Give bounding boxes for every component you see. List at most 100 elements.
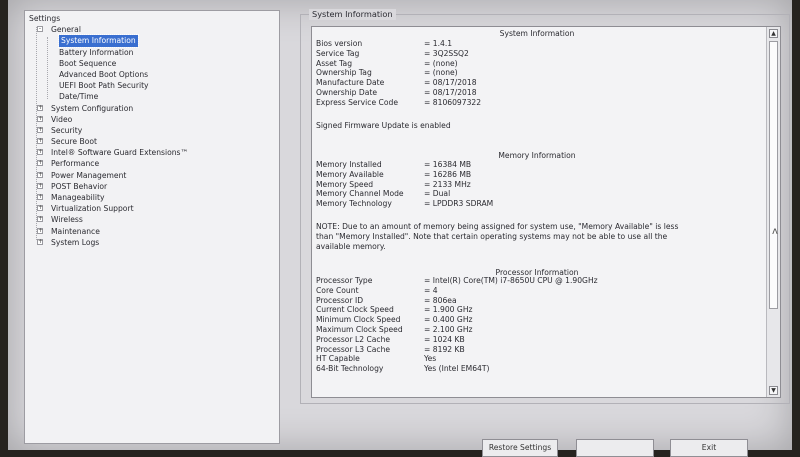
tree-item-system-information[interactable]: System Information <box>29 34 279 48</box>
memory-info-label: Memory Channel Mode <box>316 189 404 199</box>
processor-info-label: HT Capable <box>316 354 360 364</box>
expand-icon[interactable]: + <box>37 104 43 111</box>
memory-info-label: Memory Available <box>316 169 384 179</box>
info-scrollbar[interactable]: ▲ ▼ <box>766 27 780 397</box>
tree-item-label: System Configuration <box>51 103 134 113</box>
tree-item-date-time[interactable]: Date/Time <box>29 91 279 102</box>
expand-icon[interactable]: + <box>37 160 43 167</box>
tree-item-label: General <box>51 25 81 35</box>
system-info-label: Ownership Date <box>316 88 378 97</box>
tree-item-performance[interactable]: + Performance <box>29 158 279 169</box>
tree-item-wireless[interactable]: + Wireless <box>29 214 279 225</box>
tree-item-label: Wireless <box>51 215 83 225</box>
tree-item-security[interactable]: + Security <box>29 125 279 136</box>
processor-info-value: = 1.900 GHz <box>424 305 473 315</box>
processor-info-value: Yes <box>424 354 437 364</box>
expand-icon[interactable]: + <box>37 115 43 122</box>
processor-info-label: Core Count <box>316 285 359 295</box>
tree-item-label: Security <box>51 125 83 135</box>
tree-item-label: Manageability <box>51 193 105 202</box>
tree-item-label: Performance <box>51 159 100 169</box>
memory-info-value: = Dual <box>424 189 451 199</box>
expand-icon[interactable]: + <box>37 149 43 156</box>
tree-item-manageability[interactable]: + Manageability <box>29 192 279 203</box>
expand-icon[interactable]: + <box>37 216 43 223</box>
tree-item-label: Maintenance <box>51 226 100 236</box>
system-info-value: = 8106097322 <box>424 97 482 107</box>
exit-button[interactable]: Exit <box>670 439 748 457</box>
system-info-label: Service Tag <box>316 48 360 58</box>
tree-item-virtualization-support[interactable]: + Virtualization Support <box>29 203 279 214</box>
scroll-down-icon[interactable]: ▼ <box>769 386 778 395</box>
tree-item-secure-boot[interactable]: + Secure Boot <box>29 136 279 147</box>
system-info-value: = 3Q2SSQ2 <box>424 48 469 58</box>
processor-info-value: = 0.400 GHz <box>424 315 473 325</box>
system-info-value: = (none) <box>424 58 458 68</box>
expand-icon[interactable]: + <box>37 182 43 189</box>
system-info-value: = 1.4.1 <box>424 39 453 48</box>
memory-note-line: than "Memory Installed". Note that certa… <box>316 231 668 241</box>
system-info-label: Asset Tag <box>316 58 353 68</box>
expand-icon[interactable]: + <box>37 205 43 212</box>
system-info-value: = (none) <box>424 68 458 78</box>
tree-item-label: POST Behavior <box>51 181 108 191</box>
processor-info-label: Minimum Clock Speed <box>316 315 401 325</box>
memory-note-line: available memory. <box>316 241 386 251</box>
expand-icon[interactable]: + <box>37 238 43 245</box>
expand-icon[interactable]: + <box>37 126 43 133</box>
system-info-label: Ownership Tag <box>316 68 372 78</box>
tree-root-label: Settings <box>29 14 61 23</box>
collapse-icon[interactable]: - <box>37 26 43 33</box>
tree-item-system-configuration[interactable]: + System Configuration <box>29 103 279 114</box>
tree-item-general[interactable]: - General <box>29 24 279 35</box>
tree-item-label: Advanced Boot Options <box>59 69 149 79</box>
tree-item-advanced-boot-options[interactable]: Advanced Boot Options <box>29 69 279 80</box>
memory-info-label: Memory Speed <box>316 179 374 189</box>
tree-item-label: Boot Sequence <box>59 58 117 68</box>
tree-item-intel-software-guard-extensions[interactable]: + Intel® Software Guard Extensions™ <box>29 147 279 158</box>
processor-info-label: Processor L3 Cache <box>316 344 391 354</box>
expand-icon[interactable]: + <box>37 194 43 200</box>
tree-item-label: Video <box>51 114 73 124</box>
expand-icon[interactable]: + <box>37 171 43 178</box>
memory-note-line: NOTE: Due to an amount of memory being a… <box>316 222 679 231</box>
processor-info-label: Maximum Clock Speed <box>316 325 403 334</box>
apply-button[interactable] <box>576 439 654 457</box>
tree-item-label: Secure Boot <box>51 137 97 147</box>
side-mark: ʌ <box>772 226 778 237</box>
memory-info-value: = 16384 MB <box>424 160 472 169</box>
tree-item-system-logs[interactable]: + System Logs <box>29 237 279 248</box>
settings-tree: Settings - General System Information Batte… <box>24 10 280 444</box>
tree-item-post-behavior[interactable]: + POST Behavior <box>29 181 279 192</box>
processor-info-value: = 806ea <box>424 295 457 305</box>
scroll-thumb[interactable] <box>769 41 778 309</box>
tree-item-battery-information[interactable]: Battery Information <box>29 47 279 58</box>
memory-info-value: = 16286 MB <box>424 169 472 179</box>
restore-settings-button[interactable]: Restore Settings <box>482 439 558 457</box>
tree-item-uefi-boot-path-security[interactable]: UEFI Boot Path Security <box>29 80 279 91</box>
tree-root-settings: Settings <box>29 13 279 24</box>
system-info-value: = 08/17/2018 <box>424 88 477 97</box>
expand-icon[interactable]: + <box>37 138 43 145</box>
expand-icon[interactable]: + <box>37 227 43 234</box>
memory-info-label: Memory Installed <box>316 160 382 169</box>
system-info-label: Bios version <box>316 39 363 48</box>
memory-info-value: = LPDDR3 SDRAM <box>424 199 494 209</box>
scroll-up-icon[interactable]: ▲ <box>769 29 778 38</box>
tree-item-label: Intel® Software Guard Extensions™ <box>51 148 189 158</box>
processor-info-label: Processor ID <box>316 295 364 305</box>
memory-info-value: = 2133 MHz <box>424 179 471 189</box>
tree-item-power-management[interactable]: + Power Management <box>29 170 279 181</box>
tree-item-video[interactable]: + Video <box>29 114 279 125</box>
processor-info-value: = 8192 KB <box>424 344 465 354</box>
processor-info-label: Processor Type <box>316 276 373 285</box>
processor-info-label: Current Clock Speed <box>316 305 394 315</box>
tree-item-maintenance[interactable]: + Maintenance <box>29 226 279 237</box>
processor-info-label: 64-Bit Technology <box>316 364 384 374</box>
processor-info-label: Processor L2 Cache <box>316 334 391 344</box>
processor-info-value: = 4 <box>424 285 438 295</box>
memory-info-label: Memory Technology <box>316 199 392 209</box>
tree-item-boot-sequence[interactable]: Boot Sequence <box>29 58 279 69</box>
tree-item-label: UEFI Boot Path Security <box>59 81 149 91</box>
tree-item-label: System Information <box>58 34 139 48</box>
